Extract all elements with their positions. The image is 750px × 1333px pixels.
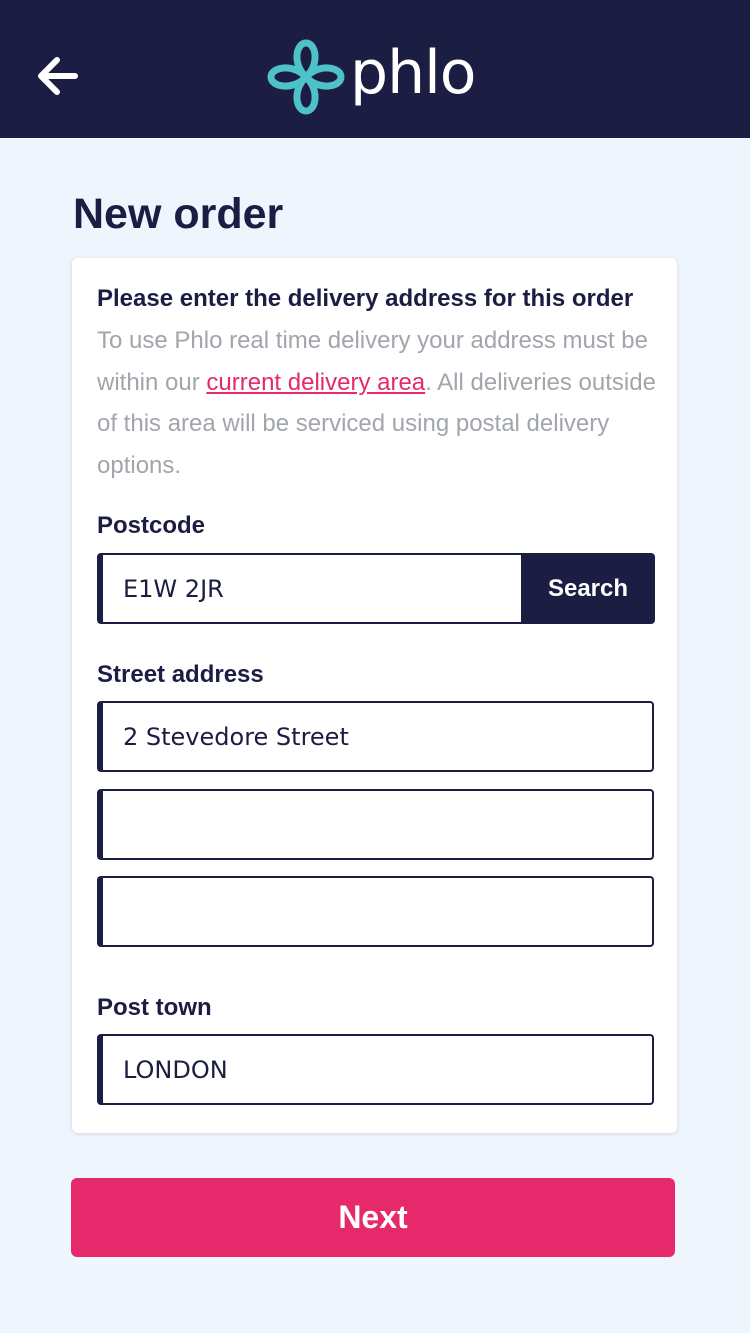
delivery-area-link[interactable]: current delivery area (206, 369, 425, 396)
page-title: New order (73, 190, 284, 238)
form-intro-title: Please enter the delivery address for th… (97, 285, 634, 312)
arrow-left-icon (38, 57, 78, 95)
next-button[interactable]: Next (71, 1178, 675, 1257)
street-address-line1-input[interactable] (97, 701, 654, 772)
app-header: phlo (0, 0, 750, 138)
street-address-line3-input[interactable] (97, 876, 654, 947)
street-address-label: Street address (97, 661, 264, 688)
post-town-input[interactable] (97, 1034, 654, 1105)
address-form-card: Please enter the delivery address for th… (72, 258, 677, 1133)
postcode-input[interactable] (97, 553, 523, 624)
phlo-logo: phlo (266, 38, 476, 116)
post-town-label: Post town (97, 994, 212, 1021)
search-button[interactable]: Search (521, 553, 655, 624)
street-address-line2-input[interactable] (97, 789, 654, 860)
phlo-cross-icon (267, 39, 345, 115)
back-button[interactable] (28, 48, 86, 104)
postcode-label: Postcode (97, 512, 206, 539)
form-intro-text: To use Phlo real time delivery your addr… (97, 320, 662, 486)
logo-text: phlo (350, 38, 476, 108)
